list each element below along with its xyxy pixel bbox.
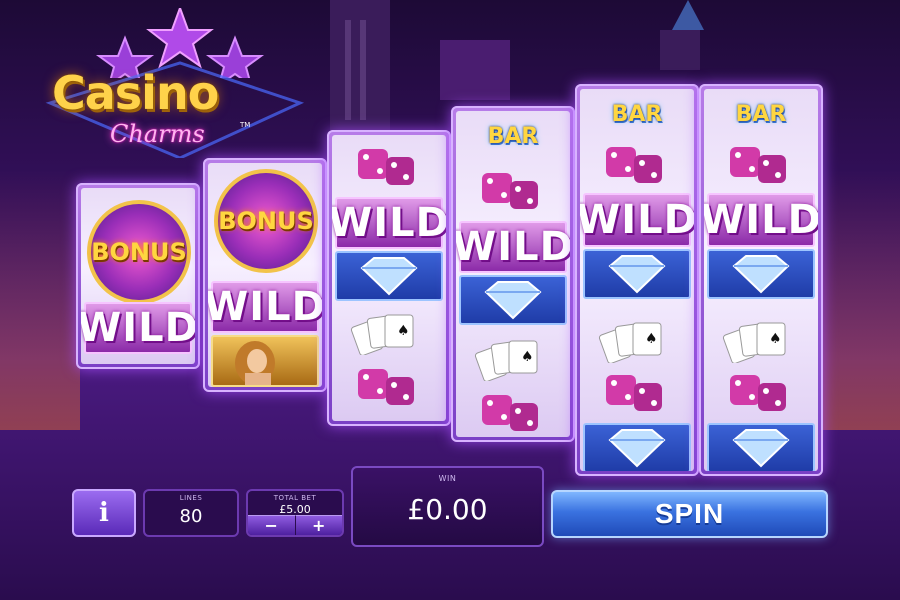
cards-icon: ♠	[722, 322, 786, 363]
bar-label: BAR	[611, 101, 663, 127]
bar-symbol: BAR	[704, 97, 818, 131]
wild-label: WILD	[81, 305, 195, 351]
reel-1: BONUS WILD	[76, 183, 200, 369]
dice-symbol	[332, 361, 446, 411]
wild-label: WILD	[456, 224, 570, 270]
spin-label: SPIN	[654, 498, 725, 529]
svg-text:♠: ♠	[645, 331, 658, 347]
svg-text:♠: ♠	[397, 323, 410, 339]
bet-stepper: − +	[248, 515, 342, 535]
total-bet-control: TOTAL BET £5.00 − +	[246, 489, 344, 537]
win-value: £0.00	[407, 493, 488, 526]
diamond-symbol	[335, 251, 443, 301]
dice-symbol	[332, 141, 446, 191]
wild-label: WILD	[208, 284, 322, 330]
win-display: WIN £0.00	[351, 466, 544, 547]
dice-symbol	[456, 387, 570, 437]
diamond-icon	[608, 429, 666, 468]
reel-6: BAR WILD ♠	[699, 84, 823, 476]
dice-icon	[358, 369, 414, 405]
logo-subtitle: Charms	[110, 120, 205, 148]
dice-icon	[482, 173, 538, 209]
info-icon: i	[99, 498, 109, 528]
lines-display: LINES 80	[143, 489, 239, 537]
cards-symbol: ♠	[332, 307, 446, 357]
cards-icon: ♠	[350, 314, 414, 355]
dice-icon	[730, 147, 786, 183]
reel-4: BAR WILD ♠	[451, 106, 575, 442]
dice-symbol	[704, 139, 818, 189]
bar-label: BAR	[735, 101, 787, 127]
info-button[interactable]: i	[72, 489, 136, 537]
wild-label: WILD	[580, 197, 694, 243]
bet-decrease-button[interactable]: −	[248, 515, 295, 535]
bar-label: BAR	[487, 123, 539, 149]
reel-3: WILD ♠	[327, 130, 451, 426]
dice-icon	[606, 147, 662, 183]
lady-symbol	[211, 335, 319, 387]
total-bet-label: TOTAL BET	[273, 494, 317, 502]
wild-label: WILD	[332, 200, 446, 246]
dice-icon	[730, 375, 786, 411]
diamond-icon	[732, 429, 790, 468]
bonus-symbol: BONUS	[214, 169, 318, 273]
cards-symbol: ♠	[580, 315, 694, 365]
dice-symbol	[580, 367, 694, 417]
reel-5: BAR WILD ♠	[575, 84, 699, 476]
lines-value: 80	[179, 506, 203, 527]
lady-icon	[235, 341, 275, 385]
diamond-icon	[484, 281, 542, 320]
dice-icon	[358, 149, 414, 185]
diamond-symbol	[459, 275, 567, 325]
wild-symbol: WILD	[456, 221, 570, 273]
reel-2: BONUS WILD	[203, 158, 327, 392]
dice-symbol	[456, 165, 570, 215]
diamond-symbol	[583, 423, 691, 471]
cards-icon: ♠	[598, 322, 662, 363]
dice-symbol	[580, 139, 694, 189]
cards-symbol: ♠	[704, 315, 818, 365]
dice-symbol	[704, 367, 818, 417]
diamond-symbol	[583, 249, 691, 299]
wild-label: WILD	[704, 197, 818, 243]
game-logo: Casino Charms TM	[40, 8, 310, 158]
cards-icon: ♠	[474, 340, 538, 381]
bet-increase-button[interactable]: +	[294, 515, 342, 535]
wild-symbol: WILD	[332, 197, 446, 249]
logo-title: Casino	[52, 66, 219, 120]
svg-text:♠: ♠	[769, 331, 782, 347]
logo-trademark: TM	[240, 121, 251, 129]
cards-symbol: ♠	[456, 333, 570, 383]
bar-symbol: BAR	[580, 97, 694, 131]
bonus-label: BONUS	[218, 207, 314, 235]
bonus-label: BONUS	[91, 238, 187, 266]
bar-symbol: BAR	[456, 119, 570, 153]
svg-text:♠: ♠	[521, 349, 534, 365]
spin-button[interactable]: SPIN	[551, 490, 828, 538]
lines-label: LINES	[179, 494, 203, 502]
win-label: WIN	[438, 474, 457, 483]
diamond-symbol	[707, 249, 815, 299]
wild-symbol: WILD	[81, 302, 195, 354]
diamond-icon	[732, 255, 790, 294]
diamond-icon	[360, 257, 418, 296]
wild-symbol: WILD	[208, 281, 322, 333]
dice-icon	[606, 375, 662, 411]
diamond-icon	[608, 255, 666, 294]
dice-icon	[482, 395, 538, 431]
bonus-symbol: BONUS	[87, 200, 191, 304]
wild-symbol: WILD	[704, 193, 818, 247]
diamond-symbol	[707, 423, 815, 471]
wild-symbol: WILD	[580, 193, 694, 247]
